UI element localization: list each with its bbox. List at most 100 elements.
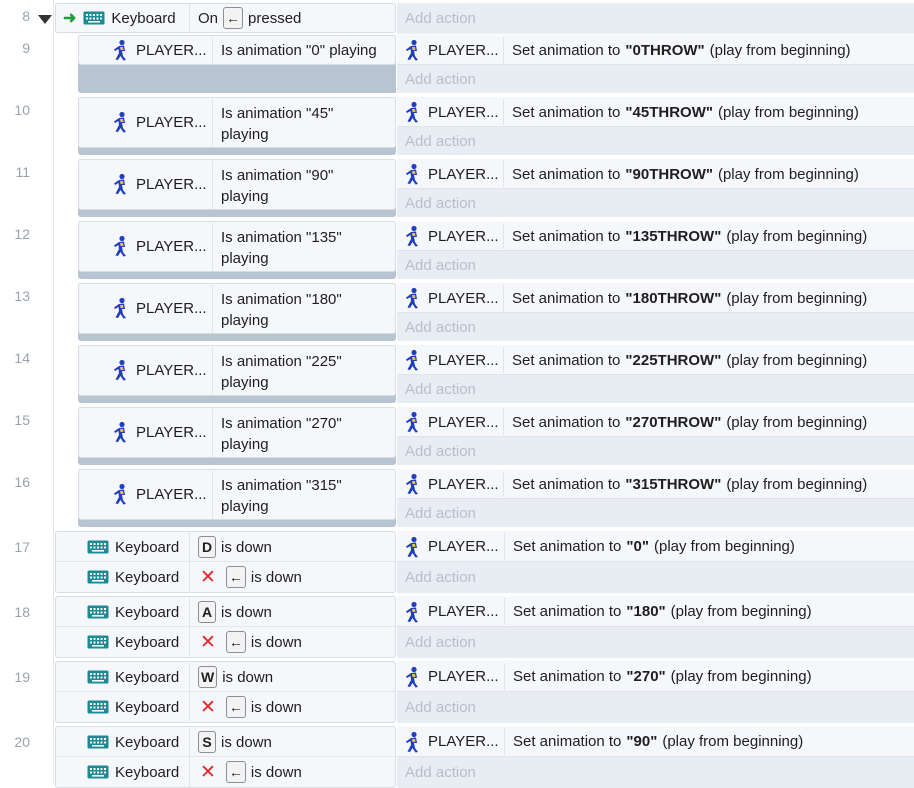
- keyboard-icon: [87, 605, 109, 619]
- add-action-link[interactable]: Add action: [405, 634, 476, 651]
- player-sprite-icon: [406, 536, 418, 557]
- action-suffix: (play from beginning): [653, 538, 795, 555]
- separator: [504, 598, 505, 625]
- line-number: 20: [14, 734, 30, 750]
- invert-x-icon: ✕: [200, 696, 216, 718]
- condition-object: PLAYER...: [136, 423, 207, 441]
- player-sprite-icon: [406, 349, 418, 371]
- player-sprite-icon: [114, 111, 126, 133]
- line-number: 18: [14, 604, 30, 620]
- action-object: PLAYER...: [428, 733, 499, 750]
- action-value: "0THROW": [625, 41, 705, 59]
- separator: [503, 37, 504, 63]
- action-object: PLAYER...: [428, 538, 499, 555]
- key-cap: ←: [225, 566, 246, 588]
- condition-suffix: is down: [221, 538, 272, 556]
- action-prefix: Set animation to: [513, 603, 622, 620]
- line-number: 12: [14, 226, 30, 242]
- separator: [212, 223, 213, 271]
- invert-x-icon: ✕: [200, 566, 216, 588]
- key-cap: ←: [225, 631, 246, 653]
- line-number: 14: [14, 350, 30, 366]
- line-number: 13: [14, 288, 30, 304]
- add-action-link[interactable]: Add action: [405, 133, 476, 150]
- condition-object: PLAYER...: [136, 299, 207, 317]
- condition-object: Keyboard: [111, 9, 176, 27]
- action-prefix: Set animation to: [512, 227, 621, 245]
- condition-text-line2: playing: [221, 250, 269, 267]
- separator: [503, 285, 504, 311]
- line-number: 19: [14, 669, 30, 685]
- add-action-link[interactable]: Add action: [405, 569, 476, 586]
- action-object: PLAYER...: [428, 351, 499, 369]
- action-prefix: Set animation to: [512, 103, 621, 121]
- add-action-link[interactable]: Add action: [405, 71, 476, 88]
- action-object: PLAYER...: [428, 103, 499, 121]
- key-cap: S: [198, 731, 216, 753]
- action-suffix: (play from beginning): [717, 103, 859, 121]
- condition-suffix: is down: [222, 668, 274, 686]
- condition-object: PLAYER...: [136, 175, 207, 193]
- action-suffix: (play from beginning): [709, 41, 851, 59]
- player-sprite-icon: [114, 483, 126, 505]
- action-value: "315THROW": [625, 475, 722, 493]
- action-object: PLAYER...: [428, 227, 499, 245]
- condition-object: PLAYER...: [136, 237, 207, 255]
- separator: [212, 99, 213, 147]
- action-prefix: Set animation to: [512, 351, 621, 369]
- action-prefix: Set animation to: [512, 289, 621, 307]
- add-action-link[interactable]: Add action: [405, 10, 476, 27]
- condition-text-line2: playing: [221, 498, 269, 515]
- player-sprite-icon: [114, 235, 126, 257]
- separator: [189, 598, 190, 656]
- gutter-line: [53, 0, 54, 784]
- add-action-link[interactable]: Add action: [405, 764, 476, 781]
- action-suffix: (play from beginning): [662, 733, 804, 750]
- action-value: "90": [626, 733, 658, 750]
- condition-suffix: is down: [221, 733, 272, 751]
- add-action-link[interactable]: Add action: [405, 319, 476, 336]
- action-suffix: (play from beginning): [726, 475, 868, 493]
- separator: [503, 409, 504, 435]
- condition-object: Keyboard: [115, 668, 180, 686]
- condition-suffix: is down: [250, 568, 302, 586]
- action-object: PLAYER...: [428, 41, 499, 59]
- action-prefix: Set animation to: [512, 413, 621, 431]
- add-action-link[interactable]: Add action: [405, 505, 476, 522]
- condition-text-line2: playing: [221, 436, 269, 453]
- action-object: PLAYER...: [428, 603, 499, 620]
- trigger-arrow-icon: ➜: [63, 10, 77, 27]
- separator: [189, 4, 190, 32]
- player-sprite-icon: [406, 411, 418, 433]
- add-action-link[interactable]: Add action: [405, 381, 476, 398]
- action-prefix: Set animation to: [512, 165, 621, 183]
- action-prefix: Set animation to: [512, 475, 621, 493]
- separator: [503, 471, 504, 497]
- action-prefix: Set animation to: [513, 668, 622, 685]
- condition-object: PLAYER...: [136, 485, 207, 503]
- player-sprite-icon: [406, 163, 418, 185]
- add-action-link[interactable]: Add action: [405, 195, 476, 212]
- separator: [189, 663, 190, 721]
- keyboard-icon: [87, 635, 109, 649]
- player-sprite-icon: [114, 173, 126, 195]
- line-number: 10: [14, 102, 30, 118]
- condition-object: Keyboard: [115, 763, 180, 781]
- separator: [212, 285, 213, 333]
- action-suffix: (play from beginning): [726, 289, 868, 307]
- collapse-triangle-icon[interactable]: [38, 11, 52, 28]
- add-action-link[interactable]: Add action: [405, 443, 476, 460]
- empty-condition-area[interactable]: [100, 66, 396, 93]
- action-prefix: Set animation to: [512, 41, 621, 59]
- condition-text-line1: Is animation "225": [221, 353, 342, 370]
- action-value: "45THROW": [625, 103, 713, 121]
- add-action-link[interactable]: Add action: [405, 257, 476, 274]
- separator: [212, 471, 213, 519]
- action-value: "270": [626, 668, 666, 685]
- action-value: "0": [626, 538, 649, 555]
- condition-suffix: is down: [250, 698, 302, 716]
- action-prefix: Set animation to: [513, 733, 622, 750]
- add-action-link[interactable]: Add action: [405, 699, 476, 716]
- condition-text-line1: Is animation "315": [221, 477, 342, 494]
- separator: [503, 347, 504, 373]
